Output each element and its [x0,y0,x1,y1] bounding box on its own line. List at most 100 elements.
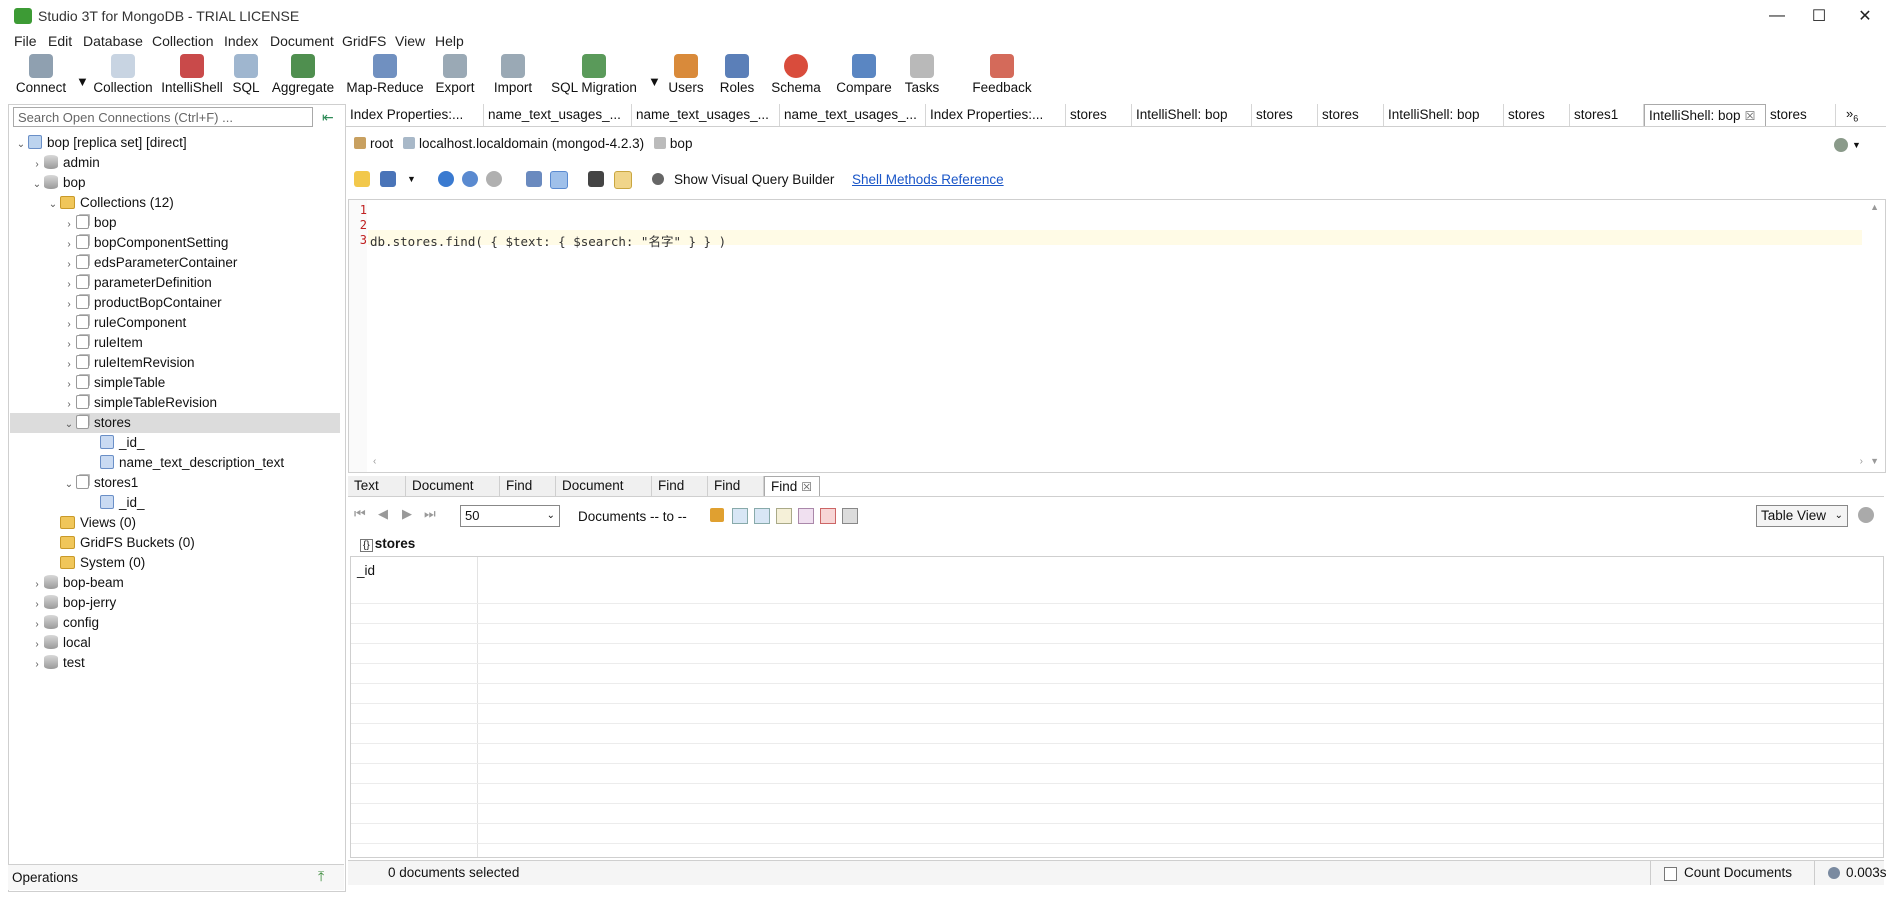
roles-button[interactable]: Roles [718,54,756,102]
scroll-down-icon[interactable]: ▼ [1870,456,1879,466]
tree-node[interactable]: › test [10,653,340,673]
expand-chevron-icon[interactable]: › [62,375,76,395]
expand-chevron-icon[interactable]: › [62,315,76,335]
tree-node[interactable]: › bop-jerry [10,593,340,613]
editor-tab[interactable]: IntelliShell: bop [1384,104,1504,126]
expand-chevron-icon[interactable]: › [30,635,44,655]
maximize-button[interactable]: ☐ [1796,0,1842,32]
edit-document-icon[interactable] [754,508,770,524]
results-layout-icon[interactable] [614,171,632,189]
stop-icon[interactable] [486,171,502,187]
schema-button[interactable]: Schema [768,54,824,102]
result-tab[interactable]: Text [348,476,406,496]
scroll-left-icon[interactable]: ‹ [373,456,376,467]
expand-chevron-icon[interactable]: › [30,595,44,615]
expand-chevron-icon[interactable]: › [62,395,76,415]
tree-node[interactable]: _id_ [10,433,340,453]
edit-field-icon[interactable] [776,508,792,524]
lock-icon[interactable] [710,508,724,522]
editor-tab[interactable]: stores [1504,104,1570,126]
editor-tab[interactable]: IntelliShell: bop ☒ [1644,104,1766,126]
add-document-icon[interactable] [732,508,748,524]
previous-page-icon[interactable]: ◀ [378,506,388,522]
result-tab[interactable]: Find [652,476,708,496]
console-icon[interactable] [588,171,604,187]
collapse-chevron-icon[interactable]: ⌄ [62,475,76,495]
shell-methods-reference-link[interactable]: Shell Methods Reference [852,172,1004,187]
connect-button[interactable]: Connect [14,54,68,102]
compare-button[interactable]: Compare [834,54,894,102]
menu-document[interactable]: Document [270,33,334,49]
scroll-up-icon[interactable]: ▲ [1870,202,1879,212]
expand-chevron-icon[interactable]: › [62,235,76,255]
expand-chevron-icon[interactable]: › [30,615,44,635]
collapse-chevron-icon[interactable]: ⌄ [46,195,60,215]
menu-file[interactable]: File [14,33,37,49]
minimize-button[interactable]: — [1754,0,1800,32]
menu-help[interactable]: Help [435,33,464,49]
sql-button[interactable]: SQL [230,54,262,102]
tree-node[interactable]: ⌄ bop [10,173,340,193]
expand-chevron-icon[interactable]: › [62,275,76,295]
tree-node[interactable]: name_text_description_text [10,453,340,473]
menu-collection[interactable]: Collection [152,33,213,49]
next-page-icon[interactable]: ▶ [402,506,412,522]
result-table[interactable]: _id [350,556,1884,858]
explain-icon[interactable] [842,508,858,524]
last-page-icon[interactable]: ⏭ [424,506,436,522]
result-tab[interactable]: Find [500,476,556,496]
tree-node[interactable]: › simpleTableRevision [10,393,340,413]
tasks-button[interactable]: Tasks [902,54,942,102]
page-size-select[interactable]: 50 ⌄ [460,505,560,527]
collapse-chevron-icon[interactable]: ⌄ [30,175,44,195]
collapse-chevron-icon[interactable]: ⌄ [62,415,76,435]
tabs-overflow-button[interactable]: »6 [1846,106,1858,124]
tree-node[interactable]: GridFS Buckets (0) [10,533,340,553]
expand-chevron-icon[interactable]: › [30,575,44,595]
tree-node[interactable]: › bop [10,213,340,233]
collapse-chevron-icon[interactable]: ⌄ [14,135,28,155]
aggregate-button[interactable]: Aggregate [268,54,338,102]
editor-tab[interactable]: stores [1766,104,1836,126]
tree-node[interactable]: › local [10,633,340,653]
delete-document-icon[interactable] [820,508,836,524]
column-header[interactable]: _id [357,563,375,578]
expand-chevron-icon[interactable]: › [62,355,76,375]
save-dropdown-icon[interactable]: ▼ [407,174,416,184]
editor-tab[interactable]: Index Properties:... [926,104,1066,126]
run-icon[interactable] [438,171,454,187]
expand-chevron-icon[interactable]: › [62,335,76,355]
menu-edit[interactable]: Edit [48,33,72,49]
tree-node[interactable]: › config [10,613,340,633]
tree-node[interactable]: ⌄ stores1 [10,473,340,493]
expand-chevron-icon[interactable]: › [62,215,76,235]
intellishell-button[interactable]: IntelliShell [160,54,224,102]
result-tab[interactable]: Document [556,476,652,496]
query-code-icon[interactable] [526,171,542,187]
menu-index[interactable]: Index [224,33,258,49]
tree-node[interactable]: _id_ [10,493,340,513]
close-tab-icon[interactable]: ☒ [1745,109,1756,123]
history-icon[interactable] [1834,138,1848,152]
history-dropdown-icon[interactable]: ▼ [1852,140,1861,150]
settings-gear-icon[interactable] [1858,507,1874,523]
tree-node[interactable]: › productBopContainer [10,293,340,313]
sql-migration-button[interactable]: SQL Migration [548,54,640,102]
tree-node[interactable]: ⌄ stores [10,413,340,433]
editor-tab[interactable]: IntelliShell: bop [1132,104,1252,126]
close-button[interactable]: ✕ [1842,0,1888,32]
expand-chevron-icon[interactable]: › [62,295,76,315]
export-button[interactable]: Export [432,54,478,102]
autocomplete-icon[interactable] [550,171,568,189]
tree-node[interactable]: › simpleTable [10,373,340,393]
tree-node[interactable]: › edsParameterContainer [10,253,340,273]
feedback-button[interactable]: Feedback [970,54,1034,102]
result-tab[interactable]: Find [708,476,764,496]
tree-node[interactable]: › ruleItemRevision [10,353,340,373]
editor-tab[interactable]: Index Properties:... [346,104,484,126]
close-tab-icon[interactable]: ☒ [801,480,812,494]
view-mode-select[interactable]: Table View ⌄ [1756,505,1848,527]
menu-view[interactable]: View [395,33,425,49]
first-page-icon[interactable]: ⏮ [354,506,366,522]
editor-tab[interactable]: stores [1066,104,1132,126]
